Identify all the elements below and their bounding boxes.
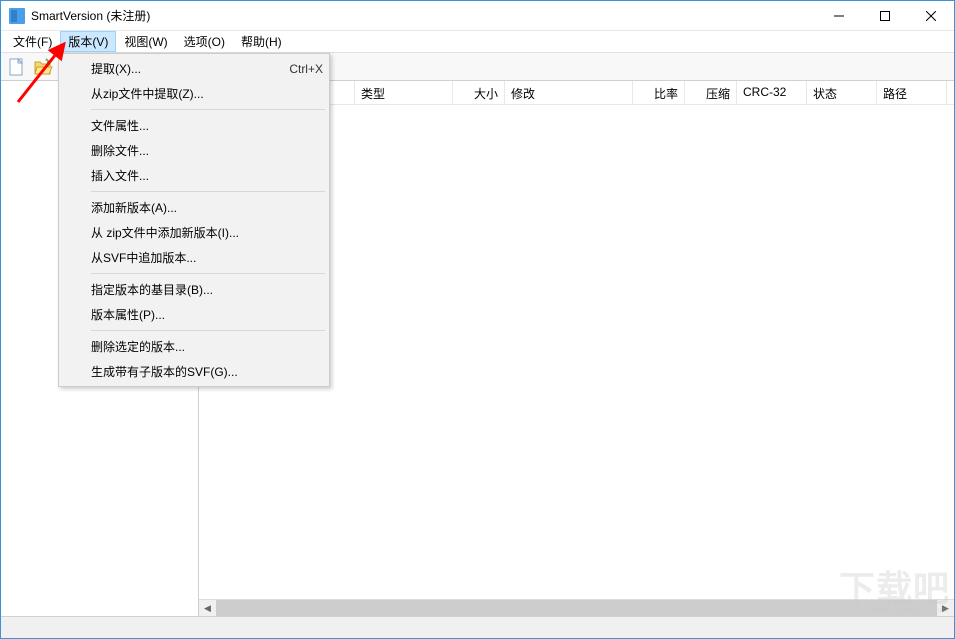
scroll-track[interactable] (216, 600, 937, 616)
menu-separator (91, 330, 325, 331)
menu-item-label: 删除文件... (91, 142, 323, 159)
close-button[interactable] (908, 1, 954, 30)
col-ratio[interactable]: 比率 (633, 81, 685, 104)
menu-file[interactable]: 文件(F) (5, 31, 60, 52)
titlebar: SmartVersion (未注册) (1, 1, 954, 31)
menu-separator (91, 273, 325, 274)
menu-item-label: 添加新版本(A)... (91, 199, 323, 216)
menu-item-label: 提取(X)... (91, 60, 265, 77)
col-size[interactable]: 大小 (453, 81, 505, 104)
menu-insert-file[interactable]: 插入文件... (61, 163, 327, 188)
menu-separator (91, 109, 325, 110)
menu-delete-selected-version[interactable]: 删除选定的版本... (61, 334, 327, 359)
col-modified[interactable]: 修改 (505, 81, 633, 104)
statusbar (1, 616, 954, 638)
menu-item-label: 指定版本的基目录(B)... (91, 281, 323, 298)
col-crc32[interactable]: CRC-32 (737, 81, 807, 104)
col-status[interactable]: 状态 (807, 81, 877, 104)
open-folder-icon (33, 57, 53, 77)
menu-item-shortcut: Ctrl+X (289, 62, 323, 76)
menu-add-new-version[interactable]: 添加新版本(A)... (61, 195, 327, 220)
scroll-right-arrow[interactable]: ▶ (937, 600, 954, 616)
version-dropdown-menu: 提取(X)... Ctrl+X 从zip文件中提取(Z)... 文件属性... … (58, 53, 330, 387)
menu-separator (91, 191, 325, 192)
window-title: SmartVersion (未注册) (31, 7, 816, 24)
menu-add-version-from-zip[interactable]: 从 zip文件中添加新版本(I)... (61, 220, 327, 245)
menu-view[interactable]: 视图(W) (116, 31, 175, 52)
col-path[interactable]: 路径 (877, 81, 947, 104)
scroll-left-arrow[interactable]: ◀ (199, 600, 216, 616)
menu-version-properties[interactable]: 版本属性(P)... (61, 302, 327, 327)
menu-help[interactable]: 帮助(H) (233, 31, 290, 52)
menu-options[interactable]: 选项(O) (176, 31, 233, 52)
menu-item-label: 从 zip文件中添加新版本(I)... (91, 224, 323, 241)
menu-extract-from-zip[interactable]: 从zip文件中提取(Z)... (61, 81, 327, 106)
new-file-icon (7, 57, 27, 77)
menu-item-label: 生成带有子版本的SVF(G)... (91, 363, 323, 380)
maximize-button[interactable] (862, 1, 908, 30)
horizontal-scrollbar[interactable]: ◀ ▶ (199, 599, 954, 616)
menu-generate-svf-with-subversions[interactable]: 生成带有子版本的SVF(G)... (61, 359, 327, 384)
menu-file-properties[interactable]: 文件属性... (61, 113, 327, 138)
close-icon (926, 11, 936, 21)
app-window: SmartVersion (未注册) 文件(F) 版本(V) 视图(W) 选项(… (0, 0, 955, 639)
menu-item-label: 文件属性... (91, 117, 323, 134)
minimize-icon (834, 11, 844, 21)
menu-item-label: 从SVF中追加版本... (91, 249, 323, 266)
window-controls (816, 1, 954, 30)
menu-item-label: 删除选定的版本... (91, 338, 323, 355)
new-file-button[interactable] (5, 55, 29, 79)
menu-item-label: 插入文件... (91, 167, 323, 184)
menu-extract[interactable]: 提取(X)... Ctrl+X (61, 56, 327, 81)
col-compressed[interactable]: 压缩 (685, 81, 737, 104)
open-folder-button[interactable] (31, 55, 55, 79)
maximize-icon (880, 11, 890, 21)
menu-append-from-svf[interactable]: 从SVF中追加版本... (61, 245, 327, 270)
minimize-button[interactable] (816, 1, 862, 30)
menu-item-label: 从zip文件中提取(Z)... (91, 85, 323, 102)
scroll-thumb[interactable] (216, 600, 937, 616)
menubar: 文件(F) 版本(V) 视图(W) 选项(O) 帮助(H) (1, 31, 954, 53)
menu-base-directory[interactable]: 指定版本的基目录(B)... (61, 277, 327, 302)
col-type[interactable]: 类型 (355, 81, 453, 104)
menu-version[interactable]: 版本(V) (60, 31, 116, 52)
app-icon (9, 8, 25, 24)
menu-delete-file[interactable]: 删除文件... (61, 138, 327, 163)
menu-item-label: 版本属性(P)... (91, 306, 323, 323)
